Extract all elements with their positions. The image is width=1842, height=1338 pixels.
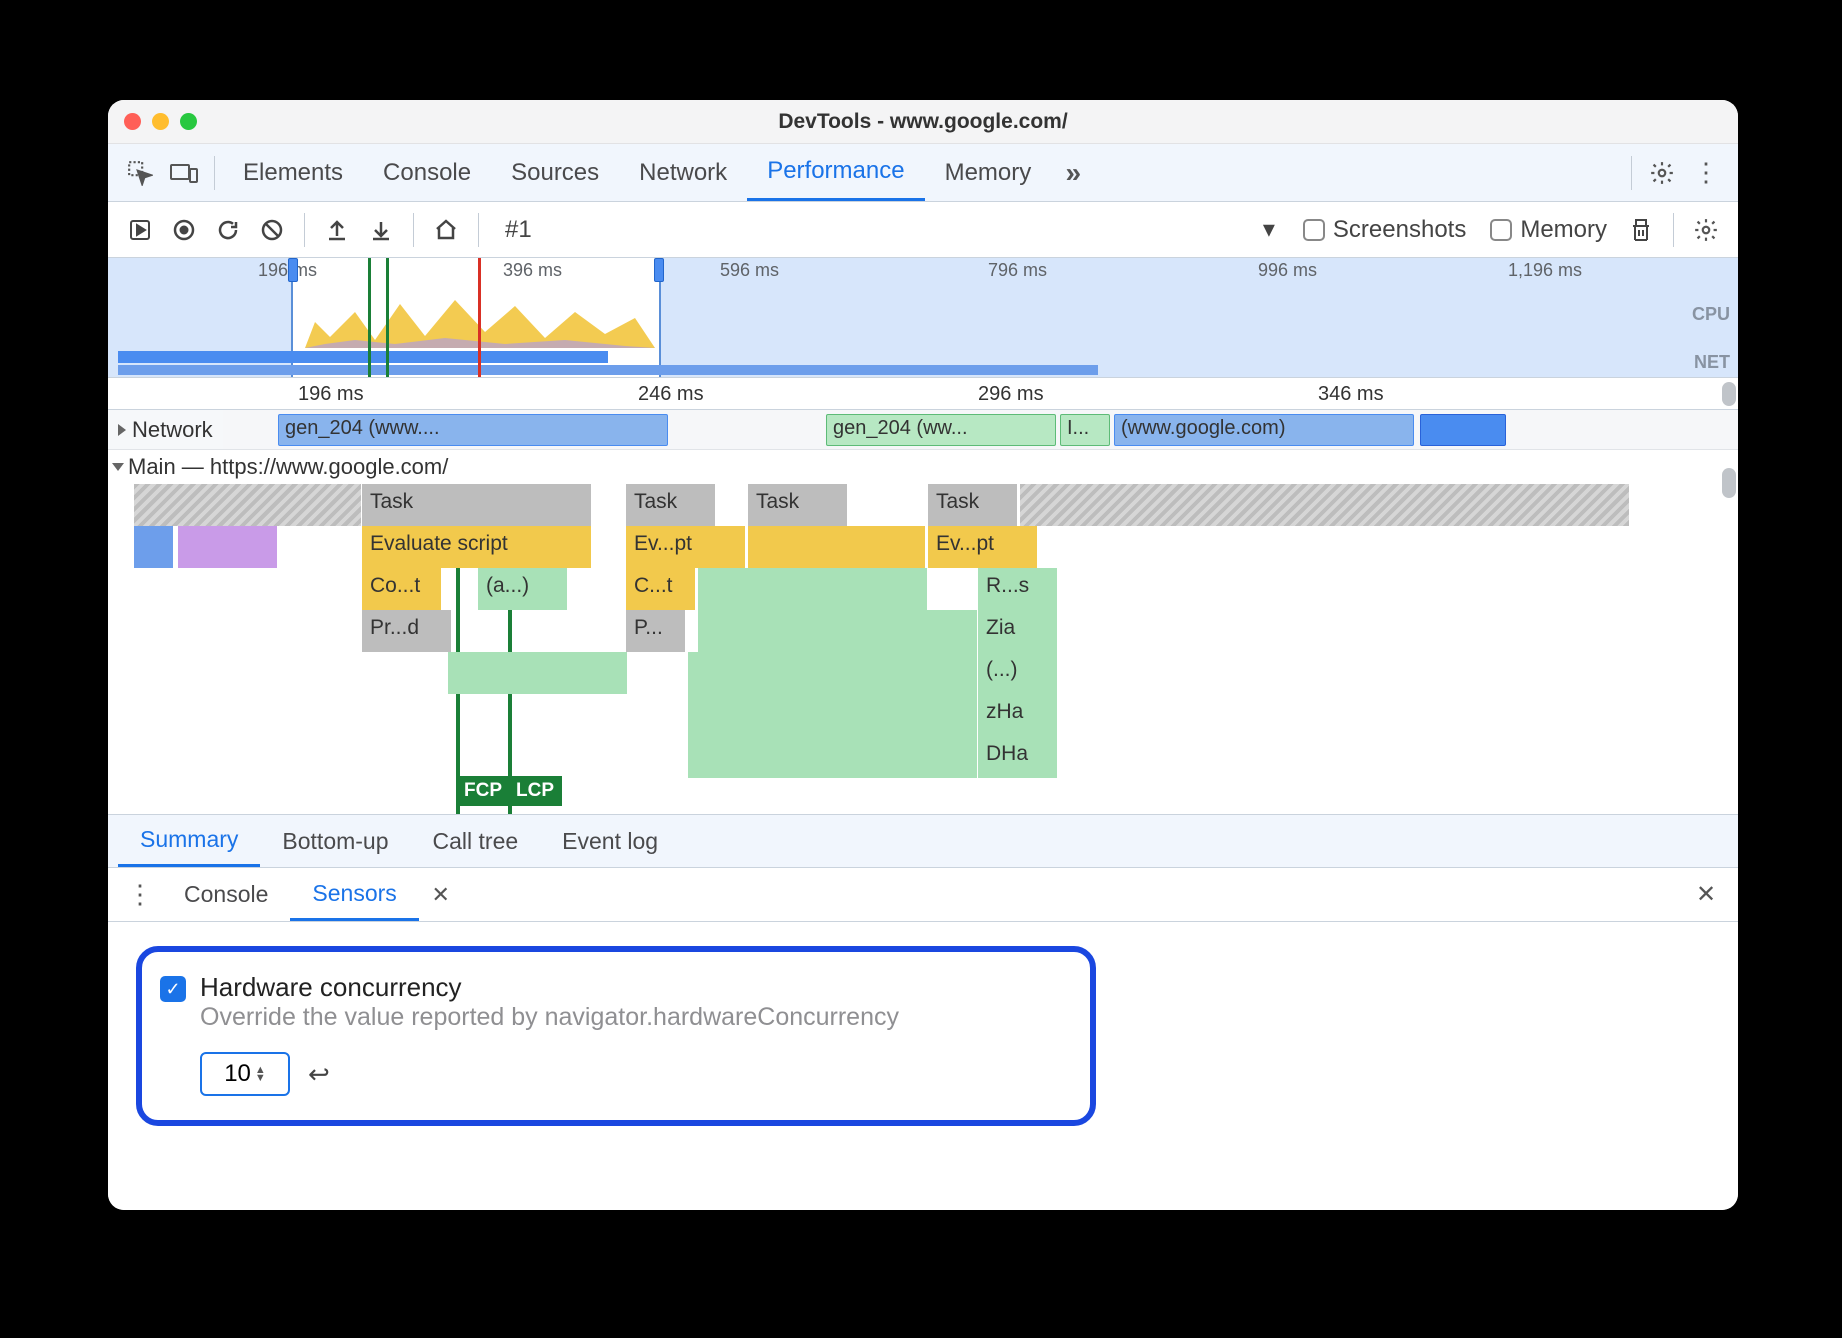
flame-chart[interactable]: Network gen_204 (www....gen_204 (ww...I.…	[108, 410, 1738, 814]
screenshots-checkbox[interactable]: Screenshots	[1293, 216, 1476, 244]
lcp-marker[interactable]: LCP	[508, 776, 562, 806]
kebab-menu-icon[interactable]: ⋮	[1684, 151, 1728, 195]
hardware-concurrency-input[interactable]: 10 ▲▼	[200, 1052, 290, 1096]
download-icon[interactable]	[361, 210, 401, 250]
clear-icon[interactable]	[252, 210, 292, 250]
flame-bar[interactable]: Co...t	[362, 568, 442, 610]
flame-bar[interactable]	[698, 568, 928, 610]
main-tabbar: Elements Console Sources Network Perform…	[108, 144, 1738, 202]
network-request[interactable]: gen_204 (ww...	[826, 414, 1056, 446]
flame-bar[interactable]	[448, 652, 628, 694]
flame-bar[interactable]	[688, 736, 978, 778]
close-window-icon[interactable]	[124, 113, 141, 130]
dropdown-icon: ▾	[1263, 215, 1275, 244]
trace-name: #1	[505, 216, 1253, 244]
timeline-overview[interactable]: 196 ms 396 ms 596 ms 796 ms 996 ms 1,196…	[108, 258, 1738, 378]
disclose-icon[interactable]	[118, 424, 126, 436]
devtools-window: DevTools - www.google.com/ Elements Cons…	[108, 100, 1738, 1210]
reload-icon[interactable]	[208, 210, 248, 250]
flame-bar[interactable]: Task	[362, 484, 592, 526]
flame-bar[interactable]	[688, 652, 978, 694]
scrollbar-thumb[interactable]	[1722, 382, 1736, 406]
scrollbar-thumb[interactable]	[1722, 468, 1736, 498]
flame-bar[interactable]: DHa	[978, 736, 1058, 778]
hw-subtitle: Override the value reported by navigator…	[200, 1003, 899, 1032]
flame-bar[interactable]: P...	[626, 610, 686, 652]
overview-handle-left[interactable]	[288, 258, 298, 282]
flame-bar[interactable]	[688, 694, 978, 736]
memory-checkbox[interactable]: Memory	[1480, 216, 1617, 244]
flame-bar[interactable]: Zia	[978, 610, 1058, 652]
flame-bar[interactable]: Task	[748, 484, 848, 526]
fcp-marker[interactable]: FCP	[456, 776, 510, 806]
hardware-concurrency-section: ✓ Hardware concurrency Override the valu…	[136, 946, 1096, 1126]
drawer-tabbar: ⋮ Console Sensors ✕ ✕	[108, 868, 1738, 922]
capture-settings-icon[interactable]	[1686, 210, 1726, 250]
network-request[interactable]	[1420, 414, 1506, 446]
record-icon[interactable]	[164, 210, 204, 250]
overview-handle-right[interactable]	[654, 258, 664, 282]
toggle-recording-icon[interactable]	[120, 210, 160, 250]
trace-selector[interactable]: #1 ▾	[491, 215, 1289, 244]
close-tab-icon[interactable]: ✕	[419, 873, 463, 917]
flame-bar[interactable]	[134, 484, 362, 526]
tab-elements[interactable]: Elements	[223, 144, 363, 201]
disclose-icon[interactable]	[112, 463, 124, 471]
drawer-tab-console[interactable]: Console	[162, 868, 290, 921]
flame-bar[interactable]: Task	[626, 484, 716, 526]
flame-bar[interactable]: C...t	[626, 568, 696, 610]
close-drawer-icon[interactable]: ✕	[1684, 873, 1728, 917]
flame-bar[interactable]	[178, 526, 278, 568]
tab-console[interactable]: Console	[363, 144, 491, 201]
flame-bar[interactable]: (...)	[978, 652, 1058, 694]
tab-sources[interactable]: Sources	[491, 144, 619, 201]
tab-bottom-up[interactable]: Bottom-up	[260, 815, 410, 867]
titlebar: DevTools - www.google.com/	[108, 100, 1738, 144]
flame-bar[interactable]	[134, 526, 174, 568]
more-tabs-icon[interactable]: »	[1051, 151, 1095, 195]
reset-icon[interactable]: ↩	[308, 1059, 330, 1090]
drawer-menu-icon[interactable]: ⋮	[118, 873, 162, 917]
flame-bar[interactable]	[698, 610, 978, 652]
network-request[interactable]: (www.google.com)	[1114, 414, 1414, 446]
flame-bar[interactable]: Ev...pt	[626, 526, 746, 568]
upload-icon[interactable]	[317, 210, 357, 250]
flame-bar[interactable]: Pr...d	[362, 610, 452, 652]
sensors-panel: ✓ Hardware concurrency Override the valu…	[108, 922, 1738, 1210]
tab-call-tree[interactable]: Call tree	[411, 815, 541, 867]
flame-bar[interactable]: zHa	[978, 694, 1058, 736]
window-title: DevTools - www.google.com/	[108, 110, 1738, 134]
network-request[interactable]: gen_204 (www....	[278, 414, 668, 446]
collect-garbage-icon[interactable]	[1621, 210, 1661, 250]
tab-network[interactable]: Network	[619, 144, 747, 201]
network-request[interactable]: I...	[1060, 414, 1110, 446]
drawer-tab-sensors[interactable]: Sensors	[290, 868, 418, 921]
flame-bar[interactable]: Task	[928, 484, 1018, 526]
flame-ruler[interactable]: 196 ms 246 ms 296 ms 346 ms	[108, 378, 1738, 410]
home-icon[interactable]	[426, 210, 466, 250]
tab-memory[interactable]: Memory	[925, 144, 1052, 201]
network-track[interactable]: Network gen_204 (www....gen_204 (ww...I.…	[108, 410, 1738, 450]
settings-icon[interactable]	[1640, 151, 1684, 195]
minimize-window-icon[interactable]	[152, 113, 169, 130]
flame-bar[interactable]: (a...)	[478, 568, 568, 610]
stepper-icon[interactable]: ▲▼	[255, 1066, 266, 1082]
flame-bar[interactable]	[1020, 484, 1630, 526]
inspect-element-icon[interactable]	[118, 151, 162, 195]
tab-event-log[interactable]: Event log	[540, 815, 680, 867]
traffic-lights	[124, 113, 197, 130]
device-toggle-icon[interactable]	[162, 151, 206, 195]
tab-summary[interactable]: Summary	[118, 815, 260, 867]
performance-toolbar: #1 ▾ Screenshots Memory	[108, 202, 1738, 258]
hw-title: Hardware concurrency	[200, 972, 899, 1003]
flame-bar[interactable]	[748, 526, 926, 568]
flame-bar[interactable]: Ev...pt	[928, 526, 1038, 568]
details-tabbar: Summary Bottom-up Call tree Event log	[108, 814, 1738, 868]
flame-bar[interactable]: R...s	[978, 568, 1058, 610]
hardware-concurrency-checkbox[interactable]: ✓	[160, 976, 186, 1002]
flame-bar[interactable]: Evaluate script	[362, 526, 592, 568]
main-track-header[interactable]: Main — https://www.google.com/	[108, 450, 1738, 484]
zoom-window-icon[interactable]	[180, 113, 197, 130]
tab-performance[interactable]: Performance	[747, 144, 924, 201]
